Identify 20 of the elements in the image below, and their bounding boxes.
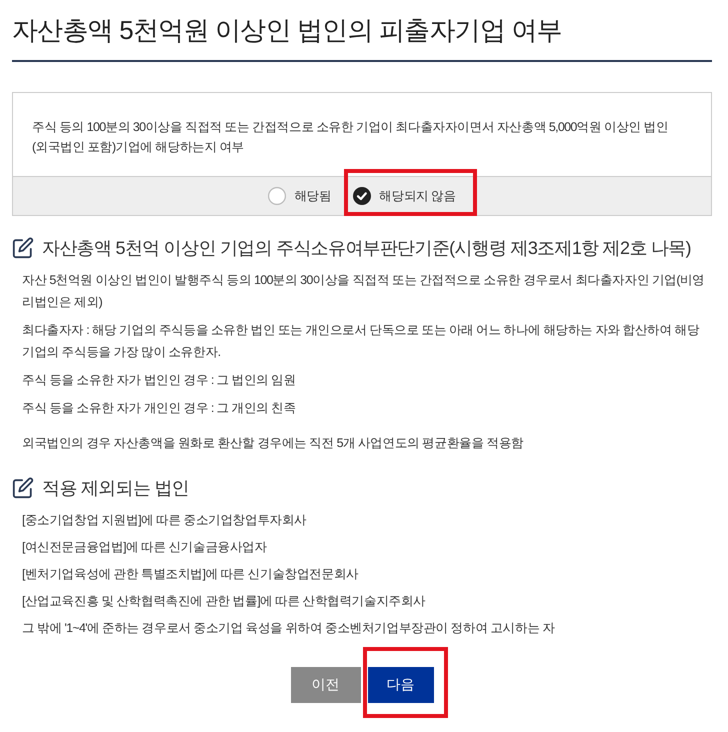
edit-icon — [12, 237, 34, 259]
section-heading: 적용 제외되는 법인 — [42, 477, 190, 500]
exclusion-item: [중소기업창업 지원법]에 따른 중소기업창업투자회사 — [22, 512, 308, 529]
note-text: 외국법인의 경우 자산총액을 원화로 환산할 경우에는 직전 5개 사업연도의 평균환율을 적용함 — [21, 435, 524, 452]
next-button[interactable]: 다음 — [368, 667, 434, 703]
criteria-text: 최다출자자 : 해당 기업의 주식등을 소유한 법인 또는 개인으로서 단독으로 또는 아래 어느 하나에 해당하는 자와 합산하여 해당 기업의 주식등을 가장 많이 소유한자. — [22, 322, 700, 361]
radio-option[interactable]: 해당됨 — [268, 187, 332, 205]
question-text: 주식 등의 100분의 30이상을 직접적 또는 간접적으로 소유한 기업이 최다출자자이면서 자산총액 5,000억원 이상인 법인(외국법인 포함)기업에 해당하는지 여부 — [31, 119, 670, 156]
radio-option[interactable]: 해당되지 않음 — [353, 187, 456, 205]
exclusion-item: 그 밖에 '1~4'에 준하는 경우로서 중소기업 육성을 위하여 중소벤처기업부장관이 정하여 고시하는 자 — [22, 620, 556, 637]
exclusion-item: [벤처기업육성에 관한 특별조치법]에 따른 신기술창업전문회사 — [22, 566, 360, 583]
exclusion-item: [여신전문금융업법]에 따른 신기술금융사업자 — [22, 539, 268, 556]
page-title: 자산총액 5천억원 이상인 법인의 피출자기업 여부 — [12, 0, 712, 62]
edit-icon — [12, 477, 34, 499]
criteria-text: 주식 등을 소유한 자가 개인인 경우 : 그 개인의 친족 — [22, 400, 297, 417]
exclusion-item: [산업교육진흥 및 산학협력촉진에 관한 법률]에 따른 산학협력기술지주회사 — [22, 593, 426, 610]
previous-button[interactable]: 이전 — [290, 667, 360, 703]
criteria-text: 자산 5천억원 이상인 법인이 발행주식 등의 100분의 30이상을 직접적 또는 간접적으로 소유한 경우로서 최다출자자인 기업(비영리법인은 제외) — [22, 272, 706, 311]
section-heading: 자산총액 5천억 이상인 기업의 주식소유여부판단기준(시행령 제3조제1항 제2호 나목) — [42, 237, 691, 260]
criteria-text: 주식 등을 소유한 자가 법인인 경우 : 그 법인의 임원 — [22, 372, 297, 389]
